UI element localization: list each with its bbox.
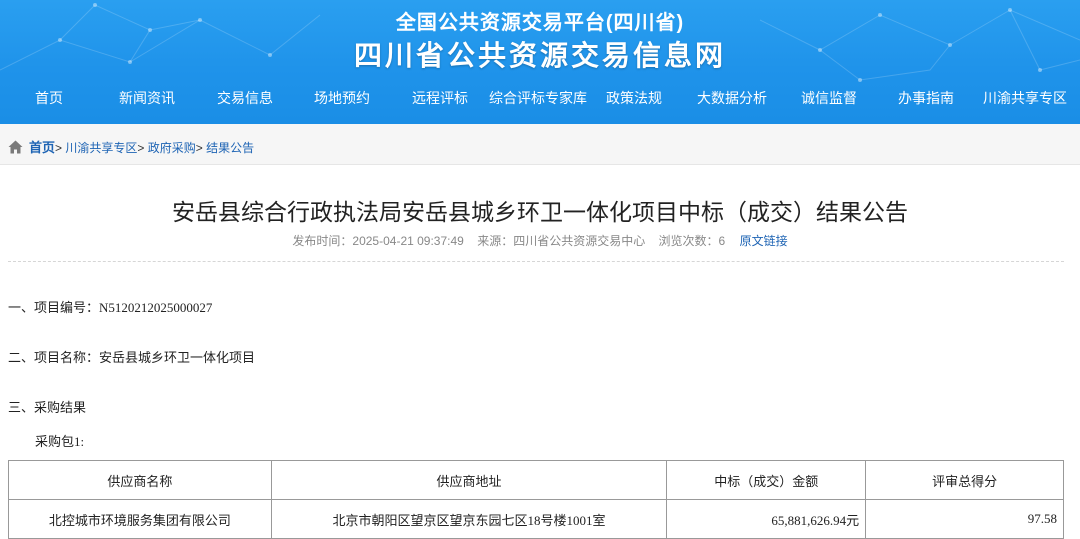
- project-number: 一、项目编号：N5120212025000027: [8, 300, 213, 315]
- bid-amount-cell: 65,881,626.94元: [666, 499, 867, 539]
- title-divider: [8, 261, 1064, 262]
- procurement-result-heading: 三、采购结果: [8, 400, 87, 415]
- breadcrumb-chuanyu-zone[interactable]: 川渝共享专区: [65, 141, 137, 155]
- package-label: 采购包1:: [35, 434, 85, 449]
- breadcrumb-gov-procurement[interactable]: 政府采购: [148, 141, 196, 155]
- breadcrumb-separator: >: [55, 141, 63, 155]
- nav-item-remote-bid-eval[interactable]: 远程评标: [412, 88, 468, 108]
- site-title: 四川省公共资源交易信息网: [353, 40, 726, 71]
- nav-item-chuanyu-zone[interactable]: 川渝共享专区: [983, 88, 1067, 108]
- nav-item-service-guide[interactable]: 办事指南: [898, 88, 954, 108]
- nav-item-venue-booking[interactable]: 场地预约: [314, 88, 370, 108]
- nav-item-expert-pool[interactable]: 综合评标专家库: [489, 88, 587, 108]
- article-meta: 发布时间：2025-04-21 09:37:49 来源：四川省公共资源交易中心 …: [0, 232, 1080, 249]
- main-nav: 首页 新闻资讯 交易信息 场地预约 远程评标 综合评标专家库 政策法规 大数据分…: [0, 88, 1080, 114]
- original-link[interactable]: 原文链接: [740, 234, 788, 248]
- breadcrumb-separator: >: [137, 141, 145, 155]
- nav-item-trade-info[interactable]: 交易信息: [217, 88, 273, 108]
- article-source: 来源：四川省公共资源交易中心: [477, 234, 646, 248]
- publish-time: 发布时间：2025-04-21 09:37:49: [292, 234, 464, 248]
- column-header-supplier-address: 供应商地址: [270, 460, 668, 500]
- view-count: 浏览次数：6: [658, 234, 726, 248]
- supplier-name-cell: 北控城市环境服务集团有限公司: [8, 499, 272, 539]
- article-title: 安岳县综合行政执法局安岳县城乡环卫一体化项目中标（成交）结果公告: [172, 199, 908, 225]
- column-header-total-score: 评审总得分: [865, 460, 1064, 500]
- supplier-address-cell: 北京市朝阳区望京区望京东园七区18号楼1001室: [270, 499, 668, 539]
- nav-item-credit-supervision[interactable]: 诚信监督: [801, 88, 857, 108]
- table-row: 北控城市环境服务集团有限公司 北京市朝阳区望京区望京东园七区18号楼1001室 …: [8, 499, 1064, 539]
- nav-item-home[interactable]: 首页: [35, 88, 63, 108]
- breadcrumb-home-link[interactable]: 首页: [29, 140, 55, 155]
- column-header-supplier-name: 供应商名称: [8, 460, 272, 500]
- platform-subtitle: 全国公共资源交易平台(四川省): [395, 12, 685, 34]
- table-header-row: 供应商名称 供应商地址 中标（成交）金额 评审总得分: [8, 460, 1064, 500]
- nav-item-big-data[interactable]: 大数据分析: [697, 88, 767, 108]
- breadcrumb: 首页> 川渝共享专区> 政府采购> 结果公告: [8, 137, 254, 156]
- breadcrumb-separator: >: [195, 141, 203, 155]
- site-header: 全国公共资源交易平台(四川省) 四川省公共资源交易信息网 首页 新闻资讯 交易信…: [0, 0, 1080, 124]
- project-name: 二、项目名称：安岳县城乡环卫一体化项目: [8, 350, 256, 365]
- nav-item-policies[interactable]: 政策法规: [606, 88, 662, 108]
- home-icon: [8, 140, 23, 154]
- breadcrumb-bar: 首页> 川渝共享专区> 政府采购> 结果公告: [0, 124, 1080, 165]
- nav-item-news[interactable]: 新闻资讯: [119, 88, 175, 108]
- total-score-cell: 97.58: [865, 499, 1064, 539]
- result-table: 供应商名称 供应商地址 中标（成交）金额 评审总得分 北控城市环境服务集团有限公…: [8, 460, 1064, 539]
- breadcrumb-result-notice[interactable]: 结果公告: [206, 141, 254, 155]
- column-header-bid-amount: 中标（成交）金额: [666, 460, 867, 500]
